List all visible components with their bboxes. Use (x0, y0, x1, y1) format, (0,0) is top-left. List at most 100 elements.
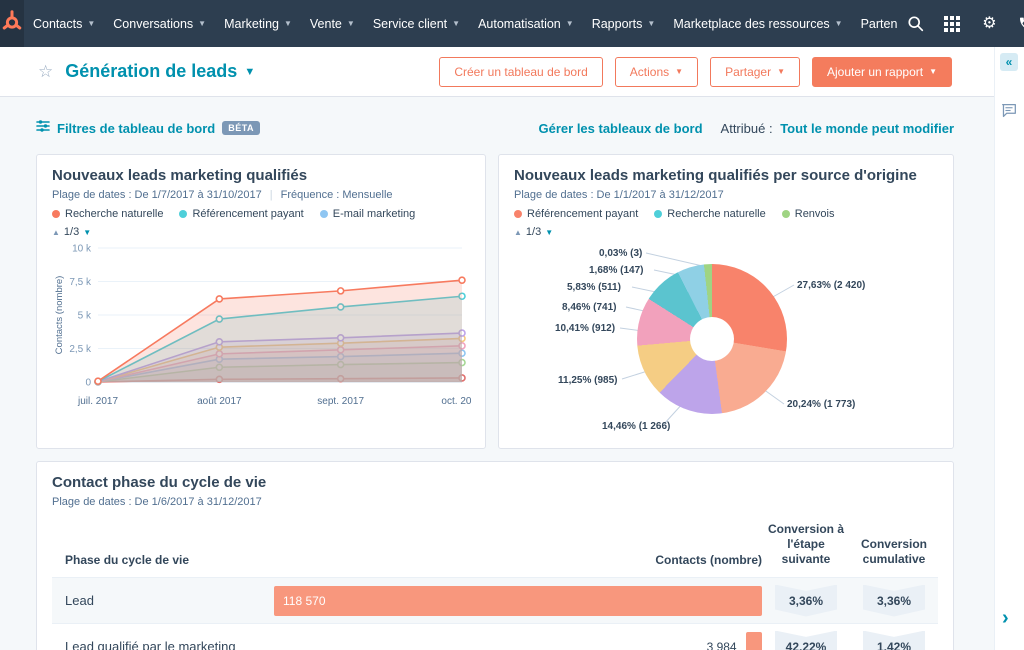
share-button[interactable]: Partager▼ (710, 57, 800, 87)
create-dashboard-button[interactable]: Créer un tableau de bord (439, 57, 602, 87)
chevron-down-icon: ▼ (284, 19, 292, 28)
chart-legend: Référencement payant Recherche naturelle… (514, 208, 938, 220)
collapse-panel-icon[interactable]: « (1000, 53, 1018, 71)
dashboard-body: Filtres de tableau de bord BÉTA Gérer le… (36, 119, 954, 650)
nav-item-automatisation[interactable]: Automatisation▼ (469, 0, 583, 47)
nav-item-service-client[interactable]: Service client▼ (364, 0, 469, 47)
nav-menu: Contacts▼ Conversations▼ Marketing▼ Vent… (24, 0, 906, 47)
svg-text:0: 0 (85, 378, 91, 389)
chevron-down-icon: ▼ (675, 67, 683, 76)
sprocket-icon (0, 9, 24, 38)
chevron-down-icon: ▼ (929, 67, 937, 76)
favorite-star-icon[interactable]: ☆ (38, 62, 53, 82)
svg-text:oct. 2017: oct. 2017 (441, 396, 472, 407)
bar-value: 3 984 (707, 640, 737, 650)
chevron-down-icon: ▼ (777, 67, 785, 76)
pie-slice-label: 1,68% (147) (589, 265, 643, 276)
legend-item[interactable]: Recherche naturelle (52, 208, 163, 220)
header-actions: Créer un tableau de bord Actions▼ Partag… (439, 57, 952, 87)
toolbar-right: Gérer les tableaux de bord Attribué : To… (539, 121, 954, 136)
report-card-lifecycle-funnel: Contact phase du cycle de vie Plage de d… (36, 461, 954, 650)
nav-item-contacts[interactable]: Contacts▼ (24, 0, 104, 47)
report-cards-row: Nouveaux leads marketing qualifiés Plage… (36, 154, 954, 449)
actions-button[interactable]: Actions▼ (615, 57, 698, 87)
report-title: Nouveaux leads marketing qualifiés (52, 167, 470, 184)
chevron-down-icon: ▼ (452, 19, 460, 28)
funnel-bar[interactable] (746, 632, 762, 650)
chevron-down-icon: ▼ (347, 19, 355, 28)
top-navbar: Contacts▼ Conversations▼ Marketing▼ Vent… (0, 0, 1024, 47)
table-row: Lead 118 570 3,36% 3,36% (52, 578, 938, 624)
dashboard-toolbar: Filtres de tableau de bord BÉTA Gérer le… (36, 119, 954, 137)
manage-dashboards-link[interactable]: Gérer les tableaux de bord (539, 121, 703, 136)
settings-gear-icon[interactable]: ⚙ (980, 15, 998, 33)
expand-panel-icon[interactable]: › (1002, 607, 1009, 630)
legend-pager: ▲ 1/3 ▼ (514, 226, 938, 238)
report-card-leads-by-source: Nouveaux leads marketing qualifiés per s… (498, 154, 954, 449)
add-report-button[interactable]: Ajouter un rapport▼ (812, 57, 952, 87)
legend-dot (52, 210, 60, 218)
funnel-bar[interactable]: 118 570 (274, 586, 762, 616)
legend-item[interactable]: Référencement payant (514, 208, 638, 220)
bar-value: 118 570 (283, 586, 326, 616)
stage-label: Lead (52, 593, 274, 608)
nav-item-marketing[interactable]: Marketing▼ (215, 0, 301, 47)
nav-item-partenaire[interactable]: Parten (852, 0, 907, 47)
comments-icon[interactable] (1001, 103, 1017, 123)
svg-text:7,5 k: 7,5 k (69, 277, 92, 288)
report-title: Nouveaux leads marketing qualifiés per s… (514, 167, 938, 184)
stage-label: Lead qualifié par le marketing (52, 639, 274, 650)
svg-text:sept. 2017: sept. 2017 (317, 396, 364, 407)
conversion-cumulative-cell: 1,42% (850, 631, 938, 650)
svg-text:5 k: 5 k (78, 311, 92, 322)
nav-icons: ⚙ 2 (906, 15, 1024, 33)
chevron-down-icon: ▼ (198, 19, 206, 28)
assigned-setting: Attribué : Tout le monde peut modifier (721, 121, 954, 136)
pie-slice-label: 10,41% (912) (555, 323, 615, 334)
dashboard-filters-toggle[interactable]: Filtres de tableau de bord BÉTA (36, 119, 260, 137)
report-date-range: Plage de dates : De 1/6/2017 à 31/12/201… (52, 496, 938, 508)
legend-item[interactable]: Renvois (782, 208, 835, 220)
pie-slice-label: 14,46% (1 266) (602, 421, 670, 432)
assigned-permission-link[interactable]: Tout le monde peut modifier (780, 121, 954, 136)
calls-phone-icon[interactable] (1017, 15, 1024, 33)
title-dropdown-caret-icon[interactable]: ▼ (244, 66, 255, 78)
search-icon[interactable] (906, 15, 924, 33)
conversion-next-cell: 42,22% (762, 631, 850, 650)
nav-item-rapports[interactable]: Rapports▼ (583, 0, 665, 47)
nav-item-conversations[interactable]: Conversations▼ (104, 0, 215, 47)
marketplace-grid-icon[interactable] (943, 15, 961, 33)
hubspot-logo[interactable] (0, 0, 24, 47)
legend-dot (654, 210, 662, 218)
pager-down-icon[interactable]: ▼ (545, 228, 553, 237)
line-chart: 02,5 k5 k7,5 k10 kjuil. 2017août 2017sep… (52, 240, 470, 423)
pager-down-icon[interactable]: ▼ (83, 228, 91, 237)
legend-item[interactable]: Référencement payant (179, 208, 303, 220)
chevron-down-icon: ▼ (87, 19, 95, 28)
conversion-badge: 3,36% (863, 585, 925, 617)
conversion-badge: 3,36% (775, 585, 837, 617)
right-sidebar-rail: « › (994, 47, 1024, 650)
conversion-cumulative-cell: 3,36% (850, 585, 938, 617)
legend-item[interactable]: Recherche naturelle (654, 208, 765, 220)
conversion-badge: 1,42% (863, 631, 925, 650)
svg-text:juil. 2017: juil. 2017 (77, 396, 118, 407)
report-title: Contact phase du cycle de vie (52, 474, 938, 491)
nav-item-marketplace[interactable]: Marketplace des ressources▼ (664, 0, 851, 47)
dashboard-header: ☆ Génération de leads ▼ Créer un tableau… (0, 47, 1024, 97)
pie-slice-label: 20,24% (1 773) (787, 399, 855, 410)
nav-item-vente[interactable]: Vente▼ (301, 0, 364, 47)
pager-up-icon[interactable]: ▲ (52, 228, 60, 237)
report-card-new-leads: Nouveaux leads marketing qualifiés Plage… (36, 154, 486, 449)
column-header: Contacts (nombre) (274, 553, 762, 567)
funnel-table-header: Phase du cycle de vie Contacts (nombre) … (52, 522, 938, 578)
donut-chart (637, 264, 787, 414)
legend-item[interactable]: E-mail marketing (320, 208, 416, 220)
svg-text:2,5 k: 2,5 k (69, 344, 92, 355)
legend-dot (514, 210, 522, 218)
bar-zone: 3 984 (274, 632, 762, 650)
conversion-badge: 42,22% (775, 631, 837, 650)
pie-slice-label: 27,63% (2 420) (797, 280, 865, 291)
legend-dot (179, 210, 187, 218)
pager-up-icon[interactable]: ▲ (514, 228, 522, 237)
